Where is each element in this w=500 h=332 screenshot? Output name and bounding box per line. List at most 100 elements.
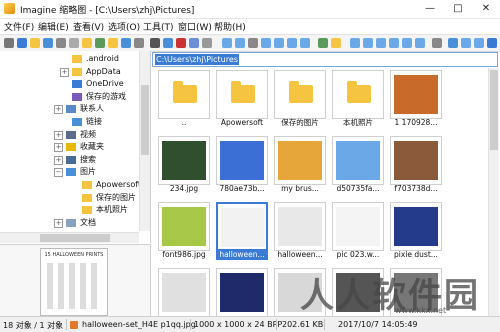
- toolbar-refresh-icon[interactable]: [248, 38, 258, 48]
- thumbnail-frame: [158, 268, 210, 316]
- thumbnail-label: halloween...: [216, 250, 268, 260]
- expand-icon[interactable]: +: [54, 105, 63, 115]
- folder-thumbnail[interactable]: Apowersoft: [216, 70, 268, 130]
- menu-window[interactable]: 窗口(W): [178, 20, 212, 33]
- image-thumbnail[interactable]: halloween...: [216, 202, 268, 262]
- watermark-text: 人人软件园: [300, 276, 480, 316]
- menu-edit[interactable]: 编辑(E): [38, 20, 69, 33]
- toolbar-grid-icon[interactable]: [134, 38, 144, 48]
- toolbar-layout1-icon[interactable]: [350, 38, 360, 48]
- menu-view[interactable]: 查看(V): [73, 20, 104, 33]
- image-thumbnail[interactable]: [216, 268, 268, 316]
- toolbar-folder-icon[interactable]: [82, 38, 92, 48]
- thumbnail-frame: [216, 136, 268, 185]
- image-thumbnail[interactable]: 234.jpg: [158, 136, 210, 196]
- toolbar-paste-icon[interactable]: [189, 38, 199, 48]
- tree-vertical-scrollbar[interactable]: [139, 51, 150, 231]
- thumbnail-scrollbar-thumb[interactable]: [490, 70, 498, 150]
- minimize-button[interactable]: —: [416, 0, 444, 18]
- menu-tools[interactable]: 工具(T): [143, 20, 174, 33]
- image-thumbnail[interactable]: 780ae73b...: [216, 136, 268, 196]
- tree-horizontal-scrollbar[interactable]: [0, 232, 139, 243]
- toolbar-layout2-icon[interactable]: [363, 38, 373, 48]
- toolbar-list-view-icon[interactable]: [235, 38, 245, 48]
- expand-icon[interactable]: +: [54, 155, 63, 165]
- documents-icon: [66, 218, 76, 227]
- toolbar-undo-icon[interactable]: [202, 38, 212, 48]
- toolbar-layout6-icon[interactable]: [415, 38, 425, 48]
- folder-thumbnail[interactable]: 本机照片: [332, 70, 384, 130]
- folder-icon: [72, 55, 82, 63]
- expand-icon[interactable]: +: [54, 130, 63, 140]
- toolbar-up-icon[interactable]: [121, 38, 131, 48]
- expand-icon[interactable]: +: [54, 218, 63, 228]
- image-thumbnail[interactable]: pixie dust...: [390, 202, 442, 262]
- status-date: 2017/10/7 14:05:49: [338, 320, 418, 329]
- toolbar-filmstrip-icon[interactable]: [300, 38, 310, 48]
- thumbnail-label: ..: [181, 118, 187, 127]
- toolbar-help-icon[interactable]: [487, 38, 497, 48]
- tree-item-label: Apowersoft: [96, 180, 142, 189]
- toolbar-detail-view-icon[interactable]: [261, 38, 271, 48]
- toolbar-open-folder-icon[interactable]: [30, 38, 40, 48]
- thumbnail-frame: [216, 70, 268, 119]
- toolbar-layout3-icon[interactable]: [376, 38, 386, 48]
- toolbar-small-view-icon[interactable]: [287, 38, 297, 48]
- toolbar-cut-icon[interactable]: [176, 38, 186, 48]
- image-thumbnail[interactable]: my brus...: [274, 136, 326, 196]
- toolbar-plugin-icon[interactable]: [448, 38, 458, 48]
- address-path[interactable]: C:\Users\zhj\Pictures: [155, 54, 239, 65]
- thumbnail-frame: [390, 70, 442, 119]
- image-thumbnail[interactable]: font986.jpg: [158, 202, 210, 262]
- toolbar-layout5-icon[interactable]: [402, 38, 412, 48]
- toolbar-print-icon[interactable]: [56, 38, 66, 48]
- tree-item-label: AppData: [86, 66, 121, 76]
- toolbar-layout4-icon[interactable]: [389, 38, 399, 48]
- menu-options[interactable]: 选项(O): [108, 20, 140, 33]
- menu-file[interactable]: 文件(F): [4, 20, 34, 33]
- toolbar-info-icon[interactable]: [17, 38, 27, 48]
- folder-icon: [82, 181, 92, 189]
- maximize-button[interactable]: □: [444, 0, 472, 18]
- window-title: Imagine 缩略图 - [C:\Users\zhj\Pictures]: [20, 6, 195, 16]
- toolbar-large-view-icon[interactable]: [274, 38, 284, 48]
- image-thumbnail[interactable]: [158, 268, 210, 316]
- toolbar-slideshow-icon[interactable]: [318, 38, 328, 48]
- thumbnail-label: 保存的图片: [281, 118, 319, 127]
- tree-item-label: .android: [86, 54, 119, 63]
- image-thumbnail[interactable]: pic 023.w...: [332, 202, 384, 262]
- close-button[interactable]: ✕: [472, 0, 500, 18]
- toolbar-move-icon[interactable]: [163, 38, 173, 48]
- toolbar-eye-icon[interactable]: [4, 38, 14, 48]
- toolbar-tile-icon[interactable]: [474, 38, 484, 48]
- tree-vertical-scrollbar-thumb[interactable]: [141, 85, 149, 155]
- expand-icon[interactable]: +: [60, 67, 69, 77]
- menu-help[interactable]: 帮助(H): [214, 20, 246, 33]
- toolbar-browse-icon[interactable]: [331, 38, 341, 48]
- toolbar-window-icon[interactable]: [461, 38, 471, 48]
- toolbar-copy-icon[interactable]: [150, 38, 160, 48]
- thumbnail-image: [394, 207, 438, 246]
- thumbnail-label: font986.jpg: [162, 250, 206, 259]
- thumbnail-label: 234.jpg: [169, 184, 199, 193]
- folder-icon: [82, 193, 92, 202]
- toolbar-image-icon[interactable]: [95, 38, 105, 48]
- toolbar-scan-icon[interactable]: [69, 38, 79, 48]
- folder-thumbnail[interactable]: ..: [158, 70, 210, 130]
- contacts-icon: [66, 105, 76, 114]
- toolbar-thumb-view-icon[interactable]: [222, 38, 232, 48]
- folder-thumbnail[interactable]: 保存的图片: [274, 70, 326, 130]
- address-bar[interactable]: C:\Users\zhj\Pictures: [152, 52, 498, 67]
- toolbar-new-folder-icon[interactable]: [108, 38, 118, 48]
- toolbar-settings-icon[interactable]: [432, 38, 442, 48]
- toolbar-save-icon[interactable]: [43, 38, 53, 48]
- image-thumbnail[interactable]: halloween...: [274, 202, 326, 262]
- status-filename: halloween-set_H4E p1qq.jpg: [82, 320, 196, 329]
- image-thumbnail[interactable]: 1 170928...: [390, 70, 442, 130]
- thumbnail-scrollbar[interactable]: [488, 68, 499, 316]
- tree-horizontal-scrollbar-thumb[interactable]: [40, 234, 110, 242]
- image-thumbnail[interactable]: d50735fa...: [332, 136, 384, 196]
- image-thumbnail[interactable]: f703738d...: [390, 136, 442, 196]
- expand-icon[interactable]: +: [54, 143, 63, 153]
- collapse-icon[interactable]: −: [54, 168, 63, 178]
